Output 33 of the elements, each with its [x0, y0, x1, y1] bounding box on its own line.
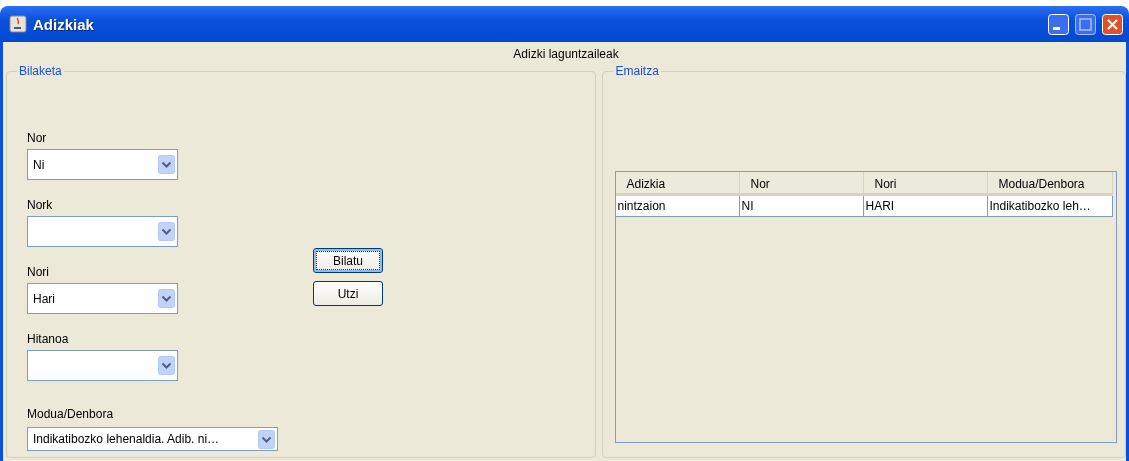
- close-button[interactable]: [1102, 13, 1123, 35]
- table-cell: HARI: [864, 196, 989, 217]
- column-header[interactable]: Adizkia: [616, 172, 741, 196]
- panel-title: Emaitza: [614, 64, 660, 78]
- panel-title: Bilaketa: [18, 64, 63, 78]
- field-label: Nori: [27, 264, 50, 281]
- dropdown[interactable]: Indikatibozko lehenaldia. Adib. ni…: [27, 427, 278, 451]
- field-label: Nork: [27, 197, 54, 214]
- table-cell: NI: [740, 196, 865, 217]
- table-cell: nintzaion: [616, 196, 741, 217]
- action-button[interactable]: Utzi: [313, 281, 383, 306]
- dropdown[interactable]: Ni: [27, 149, 178, 180]
- field-label: Hitanoa: [27, 331, 70, 348]
- minimize-button[interactable]: [1048, 13, 1069, 35]
- dropdown[interactable]: [27, 216, 178, 247]
- field-label: Modua/Denbora: [27, 406, 115, 423]
- table-cell: Indikatibozko leh…: [988, 196, 1114, 217]
- column-header[interactable]: Nor: [740, 172, 865, 196]
- field-label: Nor: [27, 130, 48, 147]
- chevron-down-icon: [158, 356, 175, 375]
- chevron-down-icon: [158, 222, 175, 241]
- window-title: Adizkiak: [33, 15, 95, 33]
- chevron-down-icon: [158, 289, 175, 308]
- dropdown[interactable]: [27, 350, 178, 381]
- action-button[interactable]: Bilatu: [313, 248, 383, 273]
- column-header[interactable]: Nori: [864, 172, 989, 196]
- maximize-button[interactable]: [1075, 13, 1096, 35]
- subtitle: Adizki laguntzaileak: [513, 46, 619, 63]
- chevron-down-icon: [258, 429, 275, 449]
- chevron-down-icon: [158, 155, 175, 174]
- column-header[interactable]: Modua/Denbora: [988, 172, 1114, 196]
- java-cup-icon: [9, 15, 27, 33]
- dropdown[interactable]: Hari: [27, 283, 178, 314]
